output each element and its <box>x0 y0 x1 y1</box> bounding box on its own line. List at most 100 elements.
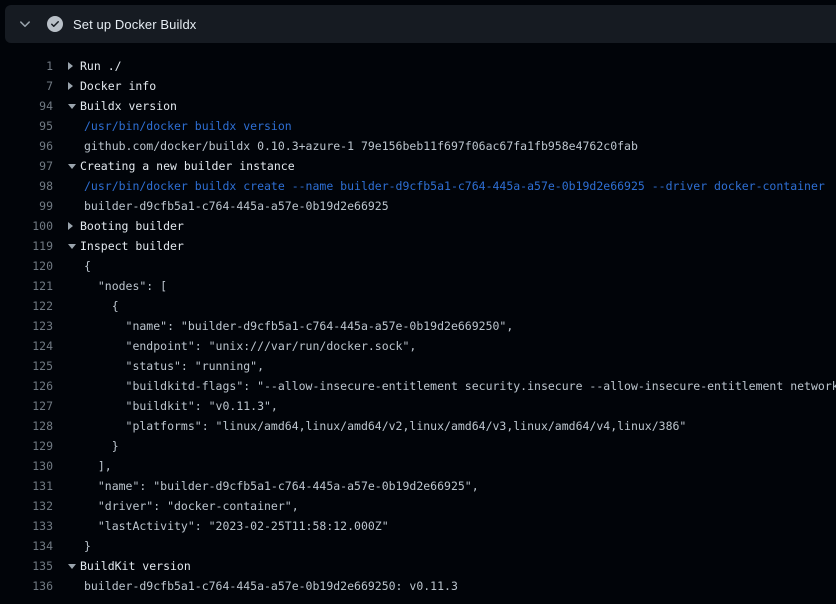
check-circle-icon <box>47 16 63 32</box>
line-number[interactable]: 134 <box>0 536 53 556</box>
group-title: Creating a new builder instance <box>80 159 295 173</box>
log-line: 95/usr/bin/docker buildx version <box>0 116 836 136</box>
triangle-down-icon <box>68 156 80 176</box>
line-number[interactable]: 125 <box>0 356 53 376</box>
output-text: } <box>68 536 836 556</box>
log-line: 133 "lastActivity": "2023-02-25T11:58:12… <box>0 516 836 536</box>
step-title: Set up Docker Buildx <box>73 17 196 32</box>
line-number[interactable]: 94 <box>0 96 53 116</box>
group-title: Booting builder <box>80 219 184 233</box>
line-number[interactable]: 95 <box>0 116 53 136</box>
log-line: 134} <box>0 536 836 556</box>
log-line: 1 Run ./ <box>0 56 836 76</box>
line-number[interactable]: 135 <box>0 556 53 576</box>
line-number[interactable]: 96 <box>0 136 53 156</box>
triangle-down-icon <box>68 236 80 256</box>
line-number[interactable]: 119 <box>0 236 53 256</box>
log-line: 99 builder-d9cfb5a1-c764-445a-a57e-0b19d2… <box>0 196 836 216</box>
log-line: 131 "name": "builder-d9cfb5a1-c764-445a-… <box>0 476 836 496</box>
line-number[interactable]: 120 <box>0 256 53 276</box>
group-header[interactable]: Docker info <box>68 76 836 96</box>
log-line: 121 "nodes": [ <box>0 276 836 296</box>
triangle-down-icon <box>68 96 80 116</box>
log-line: 130 ], <box>0 456 836 476</box>
step-header[interactable]: Set up Docker Buildx <box>5 5 836 43</box>
group-header[interactable]: Inspect builder <box>68 236 836 256</box>
log-line: 119 Inspect builder <box>0 236 836 256</box>
line-number[interactable]: 136 <box>0 576 53 596</box>
log-line: 97 Creating a new builder instance <box>0 156 836 176</box>
line-number[interactable]: 98 <box>0 176 53 196</box>
log-lines: 1 Run ./ 7 Docker info 94 Buildx version 95/us… <box>0 43 836 596</box>
output-text: { <box>68 256 836 276</box>
log-line: 122 { <box>0 296 836 316</box>
log-line: 127 "buildkit": "v0.11.3", <box>0 396 836 416</box>
line-number[interactable]: 97 <box>0 156 53 176</box>
triangle-right-icon <box>68 216 80 236</box>
output-text: "nodes": [ <box>68 276 836 296</box>
line-number[interactable]: 1 <box>0 56 53 76</box>
output-text: "name": "builder-d9cfb5a1-c764-445a-a57e… <box>68 476 836 496</box>
output-text: github.com/docker/buildx 0.10.3+azure-1 … <box>68 136 836 156</box>
log-line: 94 Buildx version <box>0 96 836 116</box>
line-number[interactable]: 128 <box>0 416 53 436</box>
command-text: /usr/bin/docker buildx version <box>68 116 836 136</box>
group-header[interactable]: Creating a new builder instance <box>68 156 836 176</box>
output-text: builder-d9cfb5a1-c764-445a-a57e-0b19d2e6… <box>68 196 836 216</box>
log-line: 125 "status": "running", <box>0 356 836 376</box>
log-line: 98/usr/bin/docker buildx create --name b… <box>0 176 836 196</box>
output-text: "name": "builder-d9cfb5a1-c764-445a-a57e… <box>68 316 836 336</box>
line-number[interactable]: 99 <box>0 196 53 216</box>
output-text: "platforms": "linux/amd64,linux/amd64/v2… <box>68 416 836 436</box>
output-text: "status": "running", <box>68 356 836 376</box>
output-text: "lastActivity": "2023-02-25T11:58:12.000… <box>68 516 836 536</box>
line-number[interactable]: 131 <box>0 476 53 496</box>
log-line: 132 "driver": "docker-container", <box>0 496 836 516</box>
line-number[interactable]: 7 <box>0 76 53 96</box>
group-header[interactable]: Booting builder <box>68 216 836 236</box>
log-line: 136 builder-d9cfb5a1-c764-445a-a57e-0b19d… <box>0 576 836 596</box>
command-text: /usr/bin/docker buildx create --name bui… <box>68 176 836 196</box>
line-number[interactable]: 123 <box>0 316 53 336</box>
log-line: 124 "endpoint": "unix:///var/run/docker.… <box>0 336 836 356</box>
line-number[interactable]: 100 <box>0 216 53 236</box>
triangle-right-icon <box>68 56 80 76</box>
log-line: 126 "buildkitd-flags": "--allow-insecure… <box>0 376 836 396</box>
log-line: 128 "platforms": "linux/amd64,linux/amd6… <box>0 416 836 436</box>
line-number[interactable]: 126 <box>0 376 53 396</box>
group-header[interactable]: Run ./ <box>68 56 836 76</box>
output-text: "endpoint": "unix:///var/run/docker.sock… <box>68 336 836 356</box>
group-header[interactable]: Buildx version <box>68 96 836 116</box>
output-text: { <box>68 296 836 316</box>
line-number[interactable]: 121 <box>0 276 53 296</box>
log-line: 129 } <box>0 436 836 456</box>
line-number[interactable]: 129 <box>0 436 53 456</box>
log-line: 120 { <box>0 256 836 276</box>
log-line: 7 Docker info <box>0 76 836 96</box>
log-line: 100 Booting builder <box>0 216 836 236</box>
line-number[interactable]: 122 <box>0 296 53 316</box>
line-number[interactable]: 130 <box>0 456 53 476</box>
output-text: ], <box>68 456 836 476</box>
triangle-down-icon <box>68 556 80 576</box>
group-title: Inspect builder <box>80 239 184 253</box>
log-line: 135 BuildKit version <box>0 556 836 576</box>
line-number[interactable]: 133 <box>0 516 53 536</box>
group-title: BuildKit version <box>80 559 191 573</box>
group-title: Docker info <box>80 79 156 93</box>
output-text: builder-d9cfb5a1-c764-445a-a57e-0b19d2e6… <box>68 576 836 596</box>
line-number[interactable]: 132 <box>0 496 53 516</box>
output-text: "driver": "docker-container", <box>68 496 836 516</box>
line-number[interactable]: 124 <box>0 336 53 356</box>
group-title: Run ./ <box>80 59 122 73</box>
triangle-right-icon <box>68 76 80 96</box>
group-title: Buildx version <box>80 99 177 113</box>
output-text: "buildkitd-flags": "--allow-insecure-ent… <box>68 376 836 396</box>
chevron-down-icon[interactable] <box>17 16 33 32</box>
log-line: 123 "name": "builder-d9cfb5a1-c764-445a-… <box>0 316 836 336</box>
output-text: "buildkit": "v0.11.3", <box>68 396 836 416</box>
log-line: 96 github.com/docker/buildx 0.10.3+azure-… <box>0 136 836 156</box>
group-header[interactable]: BuildKit version <box>68 556 836 576</box>
output-text: } <box>68 436 836 456</box>
line-number[interactable]: 127 <box>0 396 53 416</box>
